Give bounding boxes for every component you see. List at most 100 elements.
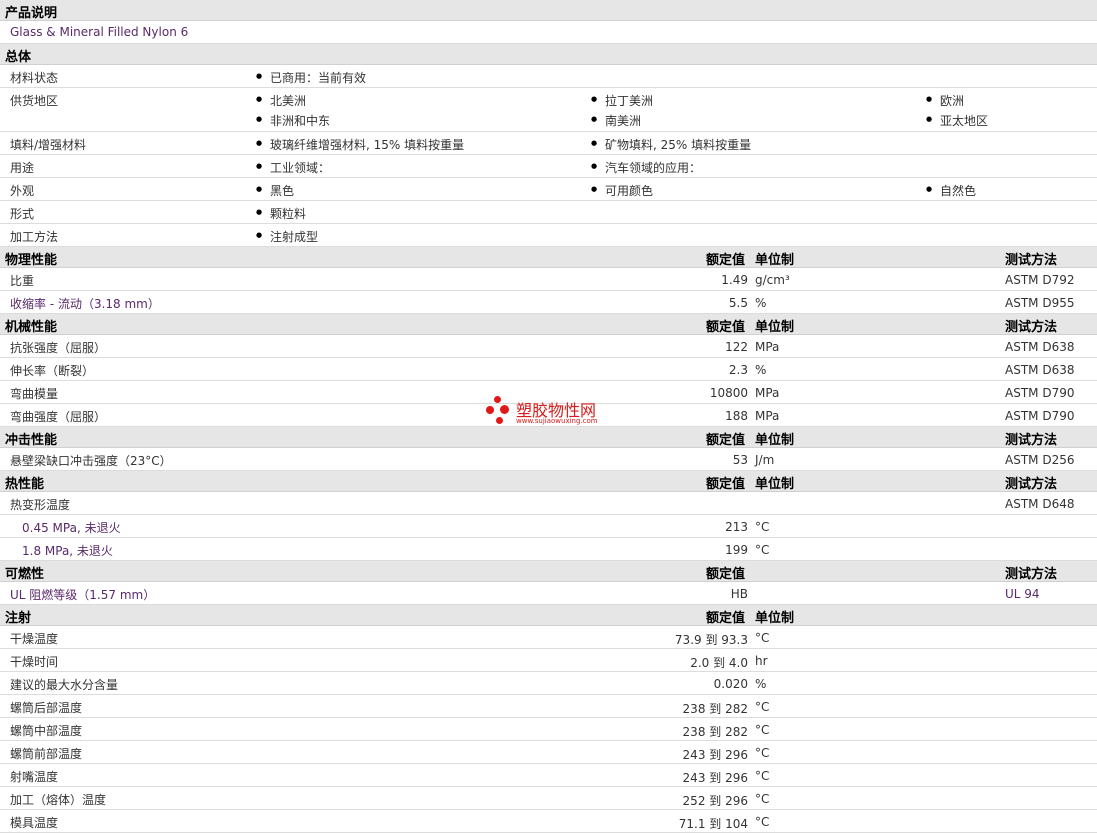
property-label: 螺筒中部温度 <box>10 724 83 738</box>
property-value: 252 到 296 <box>682 794 748 808</box>
section-header-impact: 冲击性能 额定值 单位制 测试方法 <box>0 427 1097 448</box>
column-header-unit: 单位制 <box>755 253 795 268</box>
column-header-unit: 单位制 <box>755 477 795 492</box>
region-item: 南美洲 <box>591 112 641 129</box>
property-value: 10800 <box>709 386 748 400</box>
section-header-product: 产品说明 <box>0 0 1097 21</box>
test-method: UL 94 <box>1005 587 1040 601</box>
section-header-thermal: 热性能 额定值 单位制 测试方法 <box>0 471 1097 492</box>
property-unit: °C <box>755 815 770 829</box>
watermark-dot <box>486 406 494 414</box>
use-item: 汽车领域的应用： <box>591 159 701 176</box>
section-title: 机械性能 <box>5 320 58 335</box>
property-label: 弯曲强度（屈服） <box>10 410 107 424</box>
section-title: 产品说明 <box>5 6 58 21</box>
property-row: 螺筒后部温度 238 到 282 °C <box>0 695 1097 718</box>
property-value: 122 <box>725 340 748 354</box>
property-row: 射嘴温度 243 到 296 °C <box>0 764 1097 787</box>
property-value: 5.5 <box>728 296 748 310</box>
property-unit: MPa <box>755 340 780 354</box>
test-method: ASTM D790 <box>1005 409 1075 423</box>
product-description-row: Glass & Mineral Filled Nylon 6 <box>0 21 1097 44</box>
property-value: 1.49 <box>721 273 748 287</box>
test-method: ASTM D792 <box>1005 273 1075 287</box>
appearance-row: 外观 黑色 可用颜色 自然色 <box>0 178 1097 201</box>
property-value: HB <box>730 587 748 601</box>
section-title: 总体 <box>5 50 32 65</box>
property-value: 73.9 到 93.3 <box>674 633 748 647</box>
region-item: 欧洲 <box>926 92 964 109</box>
watermark-dot <box>500 405 509 414</box>
property-row: 加工（熔体）温度 252 到 296 °C <box>0 787 1097 810</box>
property-row: 收缩率 - 流动（3.18 mm） 5.5 % ASTM D955 <box>0 291 1097 314</box>
property-value: 243 到 296 <box>682 771 748 785</box>
property-label: UL 阻燃等级（1.57 mm） <box>10 588 156 602</box>
property-value: 53 <box>732 453 748 467</box>
property-unit: °C <box>755 631 770 645</box>
processing-label: 加工方法 <box>10 230 59 244</box>
property-unit: °C <box>755 792 770 806</box>
appearance-item: 可用颜色 <box>591 182 653 199</box>
section-title: 冲击性能 <box>5 433 58 448</box>
watermark-url: www.sujiaowuxing.com <box>516 417 598 425</box>
property-row: 伸长率（断裂） 2.3 % ASTM D638 <box>0 358 1097 381</box>
property-row: 螺筒前部温度 243 到 296 °C <box>0 741 1097 764</box>
property-unit: MPa <box>755 386 780 400</box>
property-label: 弯曲模量 <box>10 387 59 401</box>
appearance-item: 黑色 <box>256 182 294 199</box>
processing-value: 注射成型 <box>256 228 318 245</box>
property-label: 加工（熔体）温度 <box>10 793 107 807</box>
property-unit: g/cm³ <box>755 273 790 287</box>
filler-item: 玻璃纤维增强材料, 15% 填料按重量 <box>256 136 464 153</box>
section-title: 注射 <box>5 611 32 626</box>
property-row: 1.8 MPa, 未退火 199 °C <box>0 538 1097 561</box>
column-header-nominal: 额定值 <box>706 567 746 582</box>
property-unit: °C <box>755 543 770 557</box>
property-unit: hr <box>755 654 768 668</box>
property-unit: % <box>755 363 767 377</box>
property-value: 0.020 <box>713 677 748 691</box>
column-header-method: 测试方法 <box>1005 567 1058 582</box>
column-header-method: 测试方法 <box>1005 477 1058 492</box>
property-unit: °C <box>755 700 770 714</box>
appearance-label: 外观 <box>10 184 35 198</box>
property-value: 243 到 296 <box>682 748 748 762</box>
property-row: 螺筒中部温度 238 到 282 °C <box>0 718 1097 741</box>
form-label: 形式 <box>10 207 35 221</box>
test-method: ASTM D955 <box>1005 296 1075 310</box>
column-header-nominal: 额定值 <box>706 253 746 268</box>
use-item: 工业领域： <box>256 159 330 176</box>
property-value: 199 <box>725 543 748 557</box>
property-label: 热变形温度 <box>10 498 71 512</box>
property-unit: MPa <box>755 409 780 423</box>
availability-row: 供货地区 北美洲 拉丁美洲 欧洲 非洲和中东 南美洲 亚太地区 <box>0 88 1097 132</box>
filler-item: 矿物填料, 25% 填料按重量 <box>591 136 751 153</box>
watermark: 塑胶物性网 www.sujiaowuxing.com <box>486 396 626 428</box>
column-header-nominal: 额定值 <box>706 477 746 492</box>
watermark-dot <box>496 417 503 424</box>
property-row: 模具温度 71.1 到 104 °C <box>0 810 1097 833</box>
column-header-nominal: 额定值 <box>706 611 746 626</box>
column-header-unit: 单位制 <box>755 611 795 626</box>
section-header-flammability: 可燃性 额定值 测试方法 <box>0 561 1097 582</box>
property-label: 干燥时间 <box>10 655 59 669</box>
property-label: 0.45 MPa, 未退火 <box>22 521 121 535</box>
form-row: 形式 颗粒料 <box>0 201 1097 224</box>
filler-row: 填料/增强材料 玻璃纤维增强材料, 15% 填料按重量 矿物填料, 25% 填料… <box>0 132 1097 155</box>
property-label: 悬壁梁缺口冲击强度（23°C） <box>10 454 172 468</box>
section-title: 热性能 <box>5 477 45 492</box>
column-header-method: 测试方法 <box>1005 320 1058 335</box>
property-row: 抗张强度（屈服） 122 MPa ASTM D638 <box>0 335 1097 358</box>
property-row: 干燥时间 2.0 到 4.0 hr <box>0 649 1097 672</box>
section-header-injection: 注射 额定值 单位制 <box>0 605 1097 626</box>
property-label: 螺筒前部温度 <box>10 747 83 761</box>
property-value: 213 <box>725 520 748 534</box>
property-value: 238 到 282 <box>682 725 748 739</box>
property-row: 比重 1.49 g/cm³ ASTM D792 <box>0 268 1097 291</box>
watermark-dot <box>494 396 501 403</box>
section-header-physical: 物理性能 额定值 单位制 测试方法 <box>0 247 1097 268</box>
column-header-method: 测试方法 <box>1005 433 1058 448</box>
status-row: 材料状态 已商用：当前有效 <box>0 65 1097 88</box>
property-label: 抗张强度（屈服） <box>10 341 107 355</box>
property-unit: % <box>755 296 767 310</box>
